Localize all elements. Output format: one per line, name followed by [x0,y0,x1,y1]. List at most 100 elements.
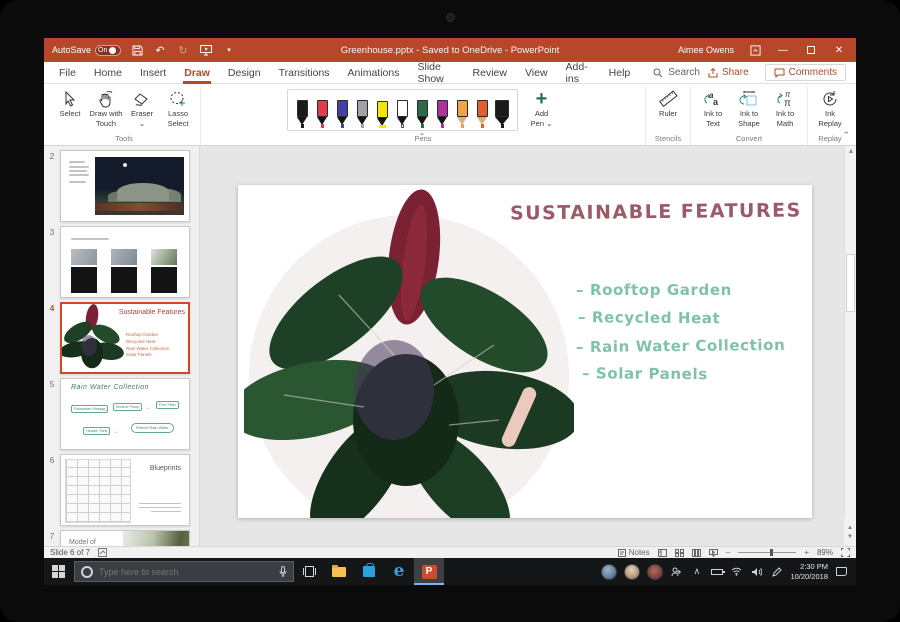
system-tray: ∧ 2:30 PM 10/20/2018 [601,562,856,582]
current-slide[interactable]: SUSTAINABLE FEATURES – Rooftop Garden – … [238,185,812,518]
zoom-slider[interactable] [738,552,796,553]
lasso-select-tool[interactable]: Lasso Select [160,86,196,128]
people-avatar-2[interactable] [624,564,640,580]
microphone-icon[interactable] [279,566,287,577]
slide-thumbnail-2[interactable] [60,150,190,222]
tab-animations[interactable]: Animations [339,62,409,84]
slideshow-view-icon[interactable] [709,549,718,557]
tab-file[interactable]: File [50,62,85,84]
normal-view-icon[interactable] [658,549,667,557]
slide-thumbnail-6[interactable]: Blueprints [60,454,190,526]
tab-help[interactable]: Help [600,62,640,84]
thumbnail-row-5: 5 Rain Water Collection Rainwater Storag… [44,378,200,450]
zoom-out-icon[interactable]: − [726,548,731,557]
accessibility-status-icon[interactable] [98,548,107,557]
eraser-dropdown-caret[interactable]: ⌄ [139,120,145,129]
tab-transitions[interactable]: Transitions [270,62,339,84]
ink-to-math-button[interactable]: ππ Ink to Math [767,86,803,128]
red-pencil[interactable] [475,100,490,128]
wifi-icon[interactable] [730,567,743,576]
slide-sorter-view-icon[interactable] [675,549,684,557]
battery-icon[interactable] [710,569,723,575]
close-button[interactable]: ✕ [832,43,846,57]
people-avatar-1[interactable] [601,564,617,580]
volume-icon[interactable] [750,567,763,577]
tab-insert[interactable]: Insert [131,62,175,84]
red-pen[interactable] [315,100,330,128]
autosave-pill[interactable]: On [95,45,121,56]
zoom-in-icon[interactable]: + [804,548,809,557]
start-button[interactable] [44,558,72,585]
tab-home[interactable]: Home [85,62,131,84]
slide-title-ink: SUSTAINABLE FEATURES [510,199,802,224]
customize-qat-icon[interactable]: ▾ [222,43,236,57]
black-marker[interactable] [495,100,510,128]
black-pen[interactable] [295,100,310,128]
slide-thumbnail-5[interactable]: Rain Water Collection Rainwater Storage … [60,378,190,450]
undo-icon[interactable]: ↶ [153,43,167,57]
collapse-ribbon-icon[interactable]: ⌃ [842,130,850,141]
taskbar-clock[interactable]: 2:30 PM 10/20/2018 [790,562,828,582]
ink-to-text-button[interactable]: aa Ink to Text [695,86,731,128]
restore-button[interactable] [804,43,818,57]
yellow-highlighter[interactable] [375,101,390,128]
account-name[interactable]: Aimee Owens [678,45,734,55]
slide-thumbnail-7[interactable]: Model of [60,530,190,546]
file-explorer-button[interactable] [324,558,354,585]
people-avatar-3[interactable] [647,564,663,580]
reading-view-icon[interactable] [692,549,701,557]
pen-options-caret[interactable]: ⌄ [419,129,425,137]
scrollbar-thumb[interactable] [846,254,855,312]
scroll-up-icon[interactable]: ▲ [845,148,856,155]
slide-thumbnail-3[interactable] [60,226,190,298]
previous-slide-icon[interactable]: ▲ [847,525,853,531]
vertical-scrollbar[interactable]: ▲ [844,146,856,518]
microsoft-store-button[interactable] [354,558,384,585]
notes-button[interactable]: Notes [618,548,650,557]
ribbon-display-options-icon[interactable] [748,43,762,57]
thumb5-title: Rain Water Collection [71,384,149,391]
ink-replay-button[interactable]: Ink Replay [812,86,848,128]
powerpoint-taskbar-button[interactable]: P [414,558,444,585]
save-icon[interactable] [130,43,144,57]
start-presentation-icon[interactable] [199,43,213,57]
tab-view[interactable]: View [516,62,557,84]
people-bar-icon[interactable] [670,567,683,577]
task-view-button[interactable] [294,558,324,585]
select-tool[interactable]: Select [52,86,88,119]
action-center-icon[interactable] [835,567,848,576]
tab-design[interactable]: Design [219,62,270,84]
taskbar-search[interactable] [74,561,294,582]
edge-button[interactable]: e [384,558,414,585]
add-pen-button[interactable]: + Add Pen ⌄ [524,86,560,128]
eraser-tool[interactable]: Eraser ⌄ [124,86,160,128]
zoom-slider-thumb[interactable] [770,549,773,556]
next-slide-icon[interactable]: ▼ [847,534,853,540]
green-pen-selected[interactable]: ⌄ [415,100,430,128]
silver-pen[interactable] [355,100,370,128]
search-icon [653,68,663,78]
draw-with-touch-tool[interactable]: Draw with Touch [88,86,124,128]
share-button[interactable]: Share [700,65,757,80]
search-input[interactable] [99,567,273,577]
zoom-level[interactable]: 89% [817,548,833,557]
tab-draw[interactable]: Draw [175,62,219,84]
tab-slide-show[interactable]: Slide Show [409,62,464,84]
tab-add-ins[interactable]: Add-ins [557,62,600,84]
fit-slide-icon[interactable] [841,548,850,557]
minimize-button[interactable]: — [776,43,790,57]
ruler-button[interactable]: Ruler [650,86,686,119]
comments-button[interactable]: Comments [765,64,846,81]
tell-me-search[interactable]: Search [653,67,700,78]
orange-pencil[interactable] [455,100,470,128]
galaxy-pen[interactable] [335,100,350,128]
tab-review[interactable]: Review [464,62,516,84]
thumb4-bullets: Rooftop Garden Recycled Heat Rain Water … [126,332,184,359]
slide-thumbnail-4-selected[interactable]: Sustainable Features Rooftop Garden Recy… [60,302,190,374]
magenta-pen[interactable] [435,100,450,128]
white-pen[interactable] [395,100,410,128]
pen-settings-icon[interactable] [770,567,783,577]
ink-to-shape-button[interactable]: Ink to Shape [731,86,767,128]
show-hidden-icons-chevron[interactable]: ∧ [690,566,703,577]
autosave-toggle[interactable]: AutoSave On [52,45,121,56]
